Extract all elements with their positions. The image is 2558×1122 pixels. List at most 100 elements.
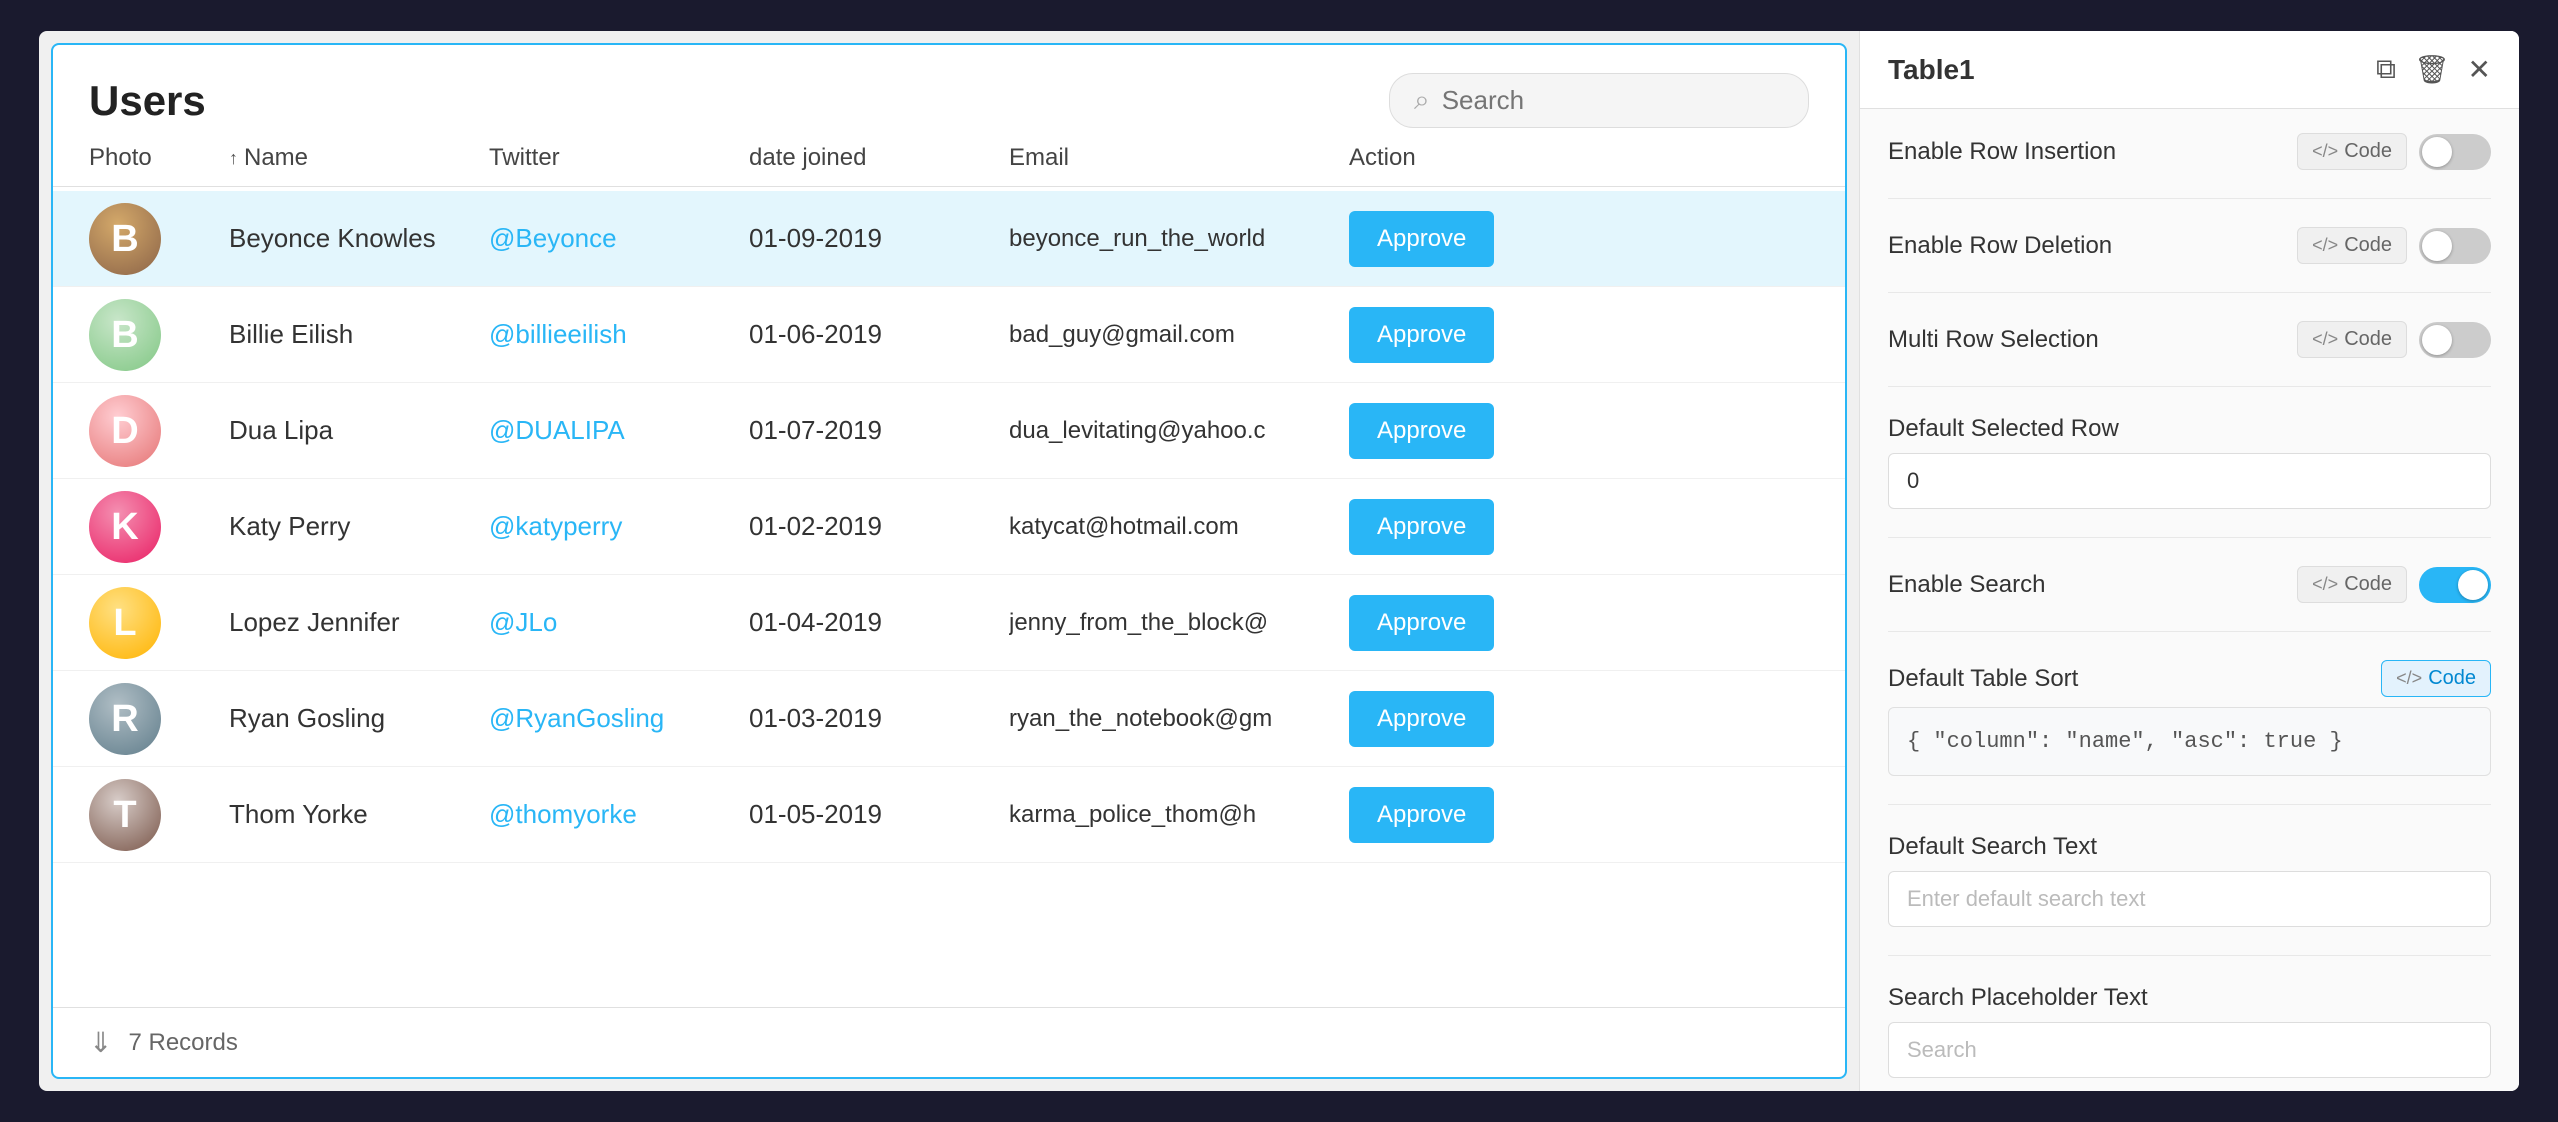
- table-panel: Users ⌕ Photo ↑ Name Twitter date joined…: [51, 43, 1847, 1079]
- table-footer: ⇓ 7 Records: [53, 1007, 1845, 1077]
- cell-date: 01-09-2019: [749, 223, 1009, 254]
- enable-row-deletion-code-button[interactable]: </> Code: [2297, 227, 2407, 264]
- default-table-sort-section: Default Table Sort </> Code { "column": …: [1888, 660, 2491, 776]
- enable-search-toggle[interactable]: [2419, 567, 2491, 603]
- search-placeholder-text-input[interactable]: [1888, 1022, 2491, 1078]
- multi-row-selection-row: Multi Row Selection </> Code: [1888, 321, 2491, 358]
- avatar: B: [89, 203, 161, 275]
- default-search-text-label: Default Search Text: [1888, 833, 2491, 861]
- col-header-twitter: Twitter: [489, 144, 749, 172]
- enable-row-deletion-toggle[interactable]: [2419, 228, 2491, 264]
- cell-name: Lopez Jennifer: [229, 607, 489, 638]
- close-icon[interactable]: ✕: [2468, 53, 2491, 86]
- table-row[interactable]: RRyan Gosling@RyanGosling01-03-2019ryan_…: [53, 671, 1845, 767]
- approve-button[interactable]: Approve: [1349, 787, 1494, 843]
- cell-twitter[interactable]: @thomyorke: [489, 799, 749, 830]
- col-header-action: Action: [1349, 144, 1549, 172]
- multi-row-selection-code-button[interactable]: </> Code: [2297, 321, 2407, 358]
- cell-date: 01-02-2019: [749, 511, 1009, 542]
- table-row[interactable]: BBeyonce Knowles@Beyonce01-09-2019beyonc…: [53, 191, 1845, 287]
- table-title: Users: [89, 77, 206, 125]
- approve-button[interactable]: Approve: [1349, 499, 1494, 555]
- code-label: Code: [2344, 140, 2392, 163]
- toggle-knob: [2422, 137, 2452, 167]
- default-table-sort-code-button[interactable]: </> Code: [2381, 660, 2491, 697]
- search-placeholder-text-section: Search Placeholder Text: [1888, 984, 2491, 1078]
- code-icon: </>: [2312, 141, 2338, 162]
- divider-6: [1888, 804, 2491, 805]
- cell-twitter[interactable]: @katyperry: [489, 511, 749, 542]
- table-row[interactable]: DDua Lipa@DUALIPA01-07-2019dua_levitatin…: [53, 383, 1845, 479]
- copy-icon[interactable]: ⧉: [2376, 53, 2396, 86]
- settings-body: Enable Row Insertion </> Code Enable Row…: [1860, 109, 2519, 1091]
- cell-twitter[interactable]: @Beyonce: [489, 223, 749, 254]
- search-icon: ⌕: [1414, 84, 1430, 117]
- multi-row-selection-toggle[interactable]: [2419, 322, 2491, 358]
- approve-button[interactable]: Approve: [1349, 691, 1494, 747]
- avatar: D: [89, 395, 161, 467]
- search-input[interactable]: [1442, 85, 1784, 116]
- cell-email: dua_levitating@yahoo.c: [1009, 417, 1349, 445]
- table-row[interactable]: KKaty Perry@katyperry01-02-2019katycat@h…: [53, 479, 1845, 575]
- enable-search-label: Enable Search: [1888, 571, 2285, 599]
- col-header-name[interactable]: ↑ Name: [229, 144, 489, 172]
- default-search-text-section: Default Search Text: [1888, 833, 2491, 927]
- default-search-text-input[interactable]: [1888, 871, 2491, 927]
- sort-asc-icon: ↑: [229, 148, 238, 169]
- enable-search-code-button[interactable]: </> Code: [2297, 566, 2407, 603]
- divider-2: [1888, 292, 2491, 293]
- table-row[interactable]: LLopez Jennifer@JLo01-04-2019jenny_from_…: [53, 575, 1845, 671]
- divider-7: [1888, 955, 2491, 956]
- table-row[interactable]: TThom Yorke@thomyorke01-05-2019karma_pol…: [53, 767, 1845, 863]
- cell-name: Beyonce Knowles: [229, 223, 489, 254]
- cell-name: Dua Lipa: [229, 415, 489, 446]
- default-selected-row-section: Default Selected Row: [1888, 415, 2491, 509]
- divider-4: [1888, 537, 2491, 538]
- default-selected-row-input[interactable]: [1888, 453, 2491, 509]
- code-label-4: Code: [2344, 573, 2392, 596]
- toggle-knob-4: [2458, 570, 2488, 600]
- cell-twitter[interactable]: @JLo: [489, 607, 749, 638]
- col-header-date: date joined: [749, 144, 1009, 172]
- default-table-sort-editor[interactable]: { "column": "name", "asc": true }: [1888, 707, 2491, 776]
- divider-3: [1888, 386, 2491, 387]
- approve-button[interactable]: Approve: [1349, 307, 1494, 363]
- default-selected-row-label: Default Selected Row: [1888, 415, 2491, 443]
- trash-icon[interactable]: 🗑: [2414, 53, 2450, 86]
- enable-row-insertion-code-button[interactable]: </> Code: [2297, 133, 2407, 170]
- cell-email: karma_police_thom@h: [1009, 801, 1349, 829]
- cell-name: Ryan Gosling: [229, 703, 489, 734]
- col-header-email: Email: [1009, 144, 1349, 172]
- approve-button[interactable]: Approve: [1349, 403, 1494, 459]
- code-label-2: Code: [2344, 234, 2392, 257]
- cell-twitter[interactable]: @RyanGosling: [489, 703, 749, 734]
- enable-row-insertion-toggle[interactable]: [2419, 134, 2491, 170]
- code-icon-4: </>: [2312, 574, 2338, 595]
- enable-row-insertion-row: Enable Row Insertion </> Code: [1888, 133, 2491, 170]
- approve-button[interactable]: Approve: [1349, 211, 1494, 267]
- cell-twitter[interactable]: @DUALIPA: [489, 415, 749, 446]
- divider-1: [1888, 198, 2491, 199]
- search-placeholder-text-label: Search Placeholder Text: [1888, 984, 2491, 1012]
- cell-email: jenny_from_the_block@: [1009, 609, 1349, 637]
- search-box[interactable]: ⌕: [1389, 73, 1809, 128]
- download-icon[interactable]: ⇓: [89, 1026, 112, 1059]
- toggle-knob-2: [2422, 231, 2452, 261]
- table-header: Users ⌕: [53, 45, 1845, 144]
- cell-date: 01-04-2019: [749, 607, 1009, 638]
- enable-row-insertion-label: Enable Row Insertion: [1888, 138, 2285, 166]
- approve-button[interactable]: Approve: [1349, 595, 1494, 651]
- cell-name: Thom Yorke: [229, 799, 489, 830]
- avatar: R: [89, 683, 161, 755]
- cell-email: ryan_the_notebook@gm: [1009, 705, 1349, 733]
- cell-email: katycat@hotmail.com: [1009, 513, 1349, 541]
- table-row[interactable]: BBillie Eilish@billieeilish01-06-2019bad…: [53, 287, 1845, 383]
- enable-search-row: Enable Search </> Code: [1888, 566, 2491, 603]
- settings-panel: Table1 ⧉ 🗑 ✕ Enable Row Insertion </> Co…: [1859, 31, 2519, 1091]
- settings-title: Table1: [1888, 54, 1975, 86]
- avatar: K: [89, 491, 161, 563]
- multi-row-selection-label: Multi Row Selection: [1888, 326, 2285, 354]
- column-headers: Photo ↑ Name Twitter date joined Email A…: [53, 144, 1845, 187]
- records-count: 7 Records: [128, 1029, 237, 1057]
- cell-twitter[interactable]: @billieeilish: [489, 319, 749, 350]
